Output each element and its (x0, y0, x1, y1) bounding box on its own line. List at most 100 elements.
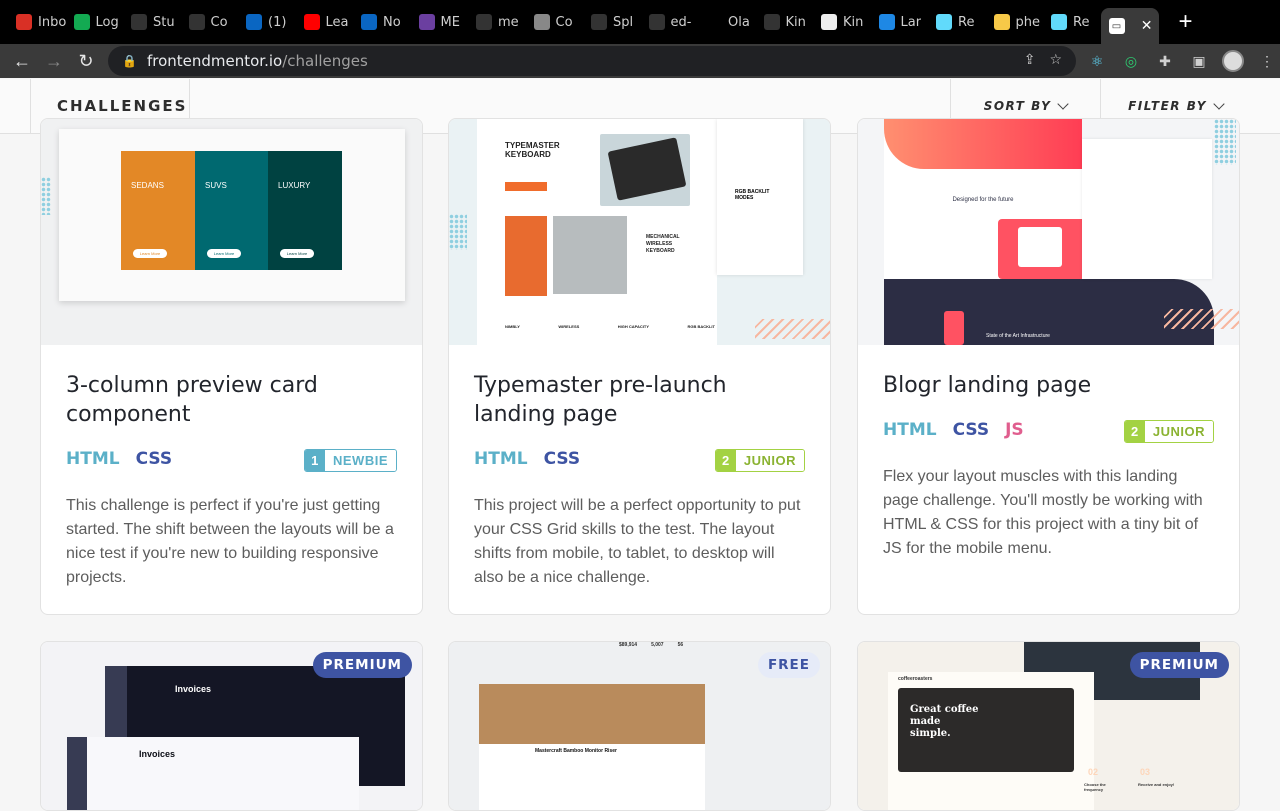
difficulty-badge: 2 JUNIOR (1123, 420, 1214, 443)
browser-tab[interactable]: Lar (871, 0, 929, 44)
browser-tab[interactable]: ME (411, 0, 469, 44)
browser-tab[interactable]: Lea (296, 0, 354, 44)
extension-ring-icon[interactable]: ◎ (1120, 50, 1142, 72)
preview-label: RGB BACKLIT MODES (735, 189, 770, 201)
browser-tab[interactable]: Re (1043, 0, 1101, 44)
share-icon[interactable]: ⇪ (1024, 52, 1036, 68)
lang-html: HTML (66, 449, 120, 469)
browser-tab-label: Re (958, 14, 975, 30)
lang-html: HTML (883, 420, 937, 440)
browser-tab[interactable]: phe (986, 0, 1044, 44)
github-icon (591, 14, 607, 30)
browser-tab[interactable]: Re (928, 0, 986, 44)
chevron-down-icon (1213, 98, 1225, 110)
challenge-title[interactable]: Blogr landing page (883, 371, 1214, 400)
github-icon (131, 14, 147, 30)
zigzag-decoration (755, 319, 830, 339)
challenge-card[interactable]: TYPEMASTER KEYBOARD MECHANICAL WIRELESS … (448, 118, 831, 615)
address-bar[interactable]: 🔒 frontendmentor.io/challenges ⇪ ☆ (108, 46, 1076, 76)
browser-tab-strip: Inbo Log Stu Co (1) Lea No ME me Co Spl ed- Ola Kin Ki… (0, 0, 1280, 44)
github-icon (476, 14, 492, 30)
browser-tab[interactable]: No (353, 0, 411, 44)
challenge-card[interactable]: coffeeroasters Great coffee made simple.… (857, 641, 1240, 811)
difficulty-level: 2 (1124, 421, 1145, 442)
browser-tab-active[interactable]: ▭ ✕ (1100, 8, 1159, 44)
dot-pattern-decoration (41, 177, 51, 215)
preview-heading: Mastercraft Bamboo Monitor Riser (535, 748, 617, 754)
menu-kebab-icon[interactable]: ⋮ (1256, 50, 1278, 72)
hero-gradient (884, 119, 1082, 169)
browser-tab[interactable]: Spl (583, 0, 641, 44)
extensions-puzzle-icon[interactable]: ✚ (1154, 50, 1176, 72)
browser-tab[interactable]: Co (181, 0, 239, 44)
browser-tab[interactable]: Inbo (8, 0, 66, 44)
react-icon (936, 14, 952, 30)
browser-tab[interactable]: Co (526, 0, 584, 44)
forward-icon[interactable]: → (38, 45, 70, 77)
challenge-card[interactable]: SEDANS Learn More SUVS Learn More LUXURY Le… (40, 118, 423, 615)
challenge-thumbnail[interactable]: TYPEMASTER KEYBOARD MECHANICAL WIRELESS … (449, 119, 830, 345)
preview-frame: coffeeroasters Great coffee made simple. (888, 672, 1094, 810)
browser-tab-label: Kin (785, 14, 806, 30)
new-tab-icon[interactable]: + (1179, 8, 1193, 36)
close-tab-icon[interactable]: ✕ (1141, 18, 1153, 34)
challenge-card[interactable]: Invoices Invoices PREMIUM (40, 641, 423, 811)
keyboard-image (600, 134, 690, 206)
difficulty-label: JUNIOR (1144, 421, 1213, 442)
browser-tab[interactable]: Ola (698, 0, 756, 44)
side-panel-icon[interactable]: ▣ (1188, 50, 1210, 72)
premium-badge: PREMIUM (312, 652, 412, 678)
browser-tab-label: phe (1015, 14, 1041, 30)
browser-tab-label: me (498, 14, 519, 30)
preview-column: SUVS Learn More (195, 151, 268, 270)
browser-tab[interactable]: Stu (123, 0, 181, 44)
challenge-card[interactable]: $89,914 5,007 56 Mastercraft Bamboo Monito… (448, 641, 831, 811)
page-icon (821, 14, 837, 30)
browser-tab-label: (1) (268, 14, 287, 30)
preview-column-title: SUVS (205, 181, 227, 190)
lang-css: CSS (543, 449, 581, 469)
premium-badge: PREMIUM (1129, 652, 1229, 678)
preview-feature: RGB BACKLIT (687, 324, 715, 329)
preview-heading: TYPEMASTER KEYBOARD (505, 141, 560, 159)
browser-tab[interactable]: (1) (238, 0, 296, 44)
lang-js: JS (1005, 420, 1024, 440)
browser-tab[interactable]: Log (66, 0, 124, 44)
challenge-title[interactable]: Typemaster pre-launch landing page (474, 371, 805, 429)
challenge-thumbnail[interactable]: Designed for the future State of the Art… (858, 119, 1239, 345)
profile-avatar[interactable] (1222, 50, 1244, 72)
browser-tab-label: No (383, 14, 401, 30)
browser-tab[interactable]: ed- (641, 0, 699, 44)
reload-icon[interactable]: ↻ (70, 45, 102, 77)
difficulty-badge: 2 JUNIOR (714, 449, 805, 472)
challenge-title[interactable]: 3-column preview card component (66, 371, 397, 429)
lock-icon: 🔒 (122, 54, 137, 68)
lang-html: HTML (474, 449, 528, 469)
blank-icon (706, 14, 722, 30)
page-icon: ▭ (1108, 18, 1125, 34)
preview-frame: Mastercraft Bamboo Monitor Riser (479, 684, 705, 810)
preview-heading: Invoices (175, 684, 212, 694)
back-icon[interactable]: ← (6, 45, 38, 77)
preview-step-label: Choose the frequency (1084, 782, 1106, 792)
react-devtools-icon[interactable]: ⚛ (1086, 50, 1108, 72)
url-host: frontendmentor.io (146, 52, 283, 70)
globe-icon (533, 14, 550, 30)
gmail-icon (16, 14, 32, 30)
browser-tab[interactable]: me (468, 0, 526, 44)
browser-tab-label: Kin (843, 14, 864, 30)
challenge-description: This challenge is perfect if you're just… (66, 497, 394, 586)
browser-tab[interactable]: Kin (813, 0, 871, 44)
browser-tab-label: Co (210, 14, 228, 30)
browser-tab-label: Co (555, 14, 573, 30)
preview-step: 02 (1088, 767, 1099, 777)
preview-features: NIMBLY WIRELESS HIGH CAPACITY RGB BACKLI… (505, 324, 715, 329)
browser-tab-label: ME (440, 14, 460, 30)
challenge-card[interactable]: Designed for the future State of the Art… (857, 118, 1240, 615)
preview-feature: NIMBLY (505, 324, 520, 329)
card-body: 3-column preview card component HTML CSS… (66, 371, 397, 590)
preview-column: LUXURY Learn More (268, 151, 342, 270)
browser-tab[interactable]: Kin (756, 0, 814, 44)
bookmark-star-icon[interactable]: ☆ (1049, 52, 1062, 68)
challenge-thumbnail[interactable]: SEDANS Learn More SUVS Learn More LUXURY Le… (41, 119, 422, 345)
